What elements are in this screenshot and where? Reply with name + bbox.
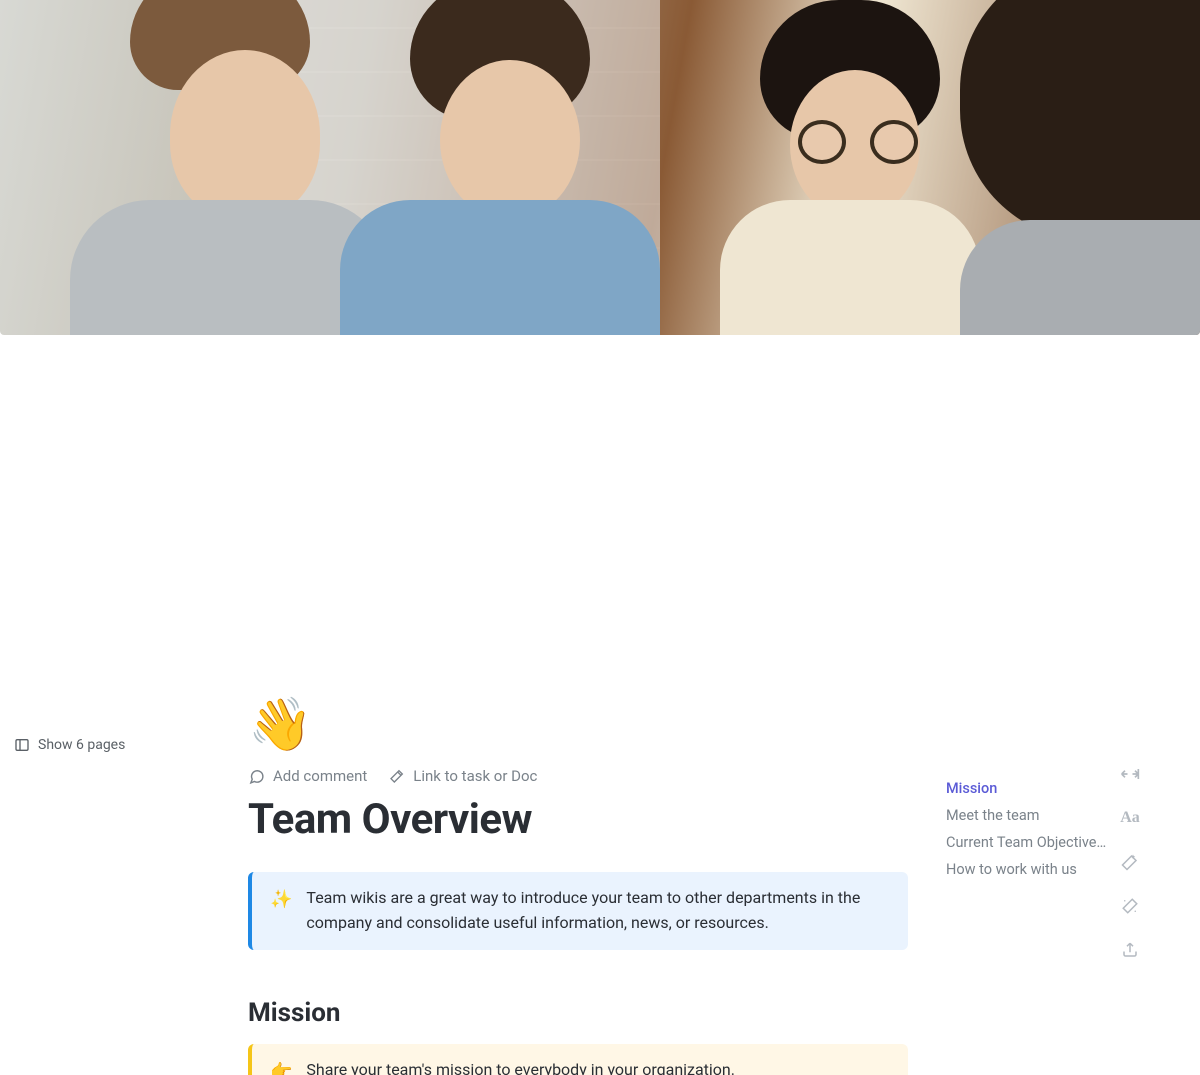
mission-tip-callout[interactable]: 👉 Share your team's mission to everybody… xyxy=(248,1044,908,1075)
page-outline: Mission Meet the team Current Team Objec… xyxy=(946,775,1116,883)
comment-icon xyxy=(248,768,265,785)
export-button[interactable] xyxy=(1119,939,1141,961)
mission-heading[interactable]: Mission xyxy=(248,998,908,1028)
wand-icon xyxy=(389,768,405,784)
add-comment-button[interactable]: Add comment xyxy=(248,767,367,785)
intro-callout[interactable]: ✨ Team wikis are a great way to introduc… xyxy=(248,872,908,950)
show-pages-toggle[interactable]: Show 6 pages xyxy=(14,737,125,753)
expand-width-button[interactable] xyxy=(1119,763,1141,785)
outline-item-meet-the-team[interactable]: Meet the team xyxy=(946,802,1116,829)
outline-item-mission[interactable]: Mission xyxy=(946,775,1116,802)
cover-image[interactable] xyxy=(0,0,1200,335)
pointing-hand-icon: 👉 xyxy=(270,1058,292,1075)
sidebar-panel-icon xyxy=(14,737,30,753)
link-to-task-button[interactable]: Link to task or Doc xyxy=(389,767,537,785)
right-toolbar: Aa xyxy=(1116,763,1144,961)
template-button[interactable] xyxy=(1119,895,1141,917)
page-emoji[interactable]: 👋 xyxy=(248,699,313,751)
show-pages-label: Show 6 pages xyxy=(38,737,125,753)
outline-item-how-to-work[interactable]: How to work with us xyxy=(946,856,1116,883)
ai-wand-button[interactable] xyxy=(1119,851,1141,873)
page-title[interactable]: Team Overview xyxy=(248,795,908,844)
sparkles-icon: ✨ xyxy=(270,886,292,936)
typography-button[interactable]: Aa xyxy=(1119,807,1141,829)
intro-callout-text: Team wikis are a great way to introduce … xyxy=(306,886,890,936)
mission-tip-text: Share your team's mission to everybody i… xyxy=(306,1058,735,1075)
outline-item-current-objectives[interactable]: Current Team Objective… xyxy=(946,829,1116,856)
